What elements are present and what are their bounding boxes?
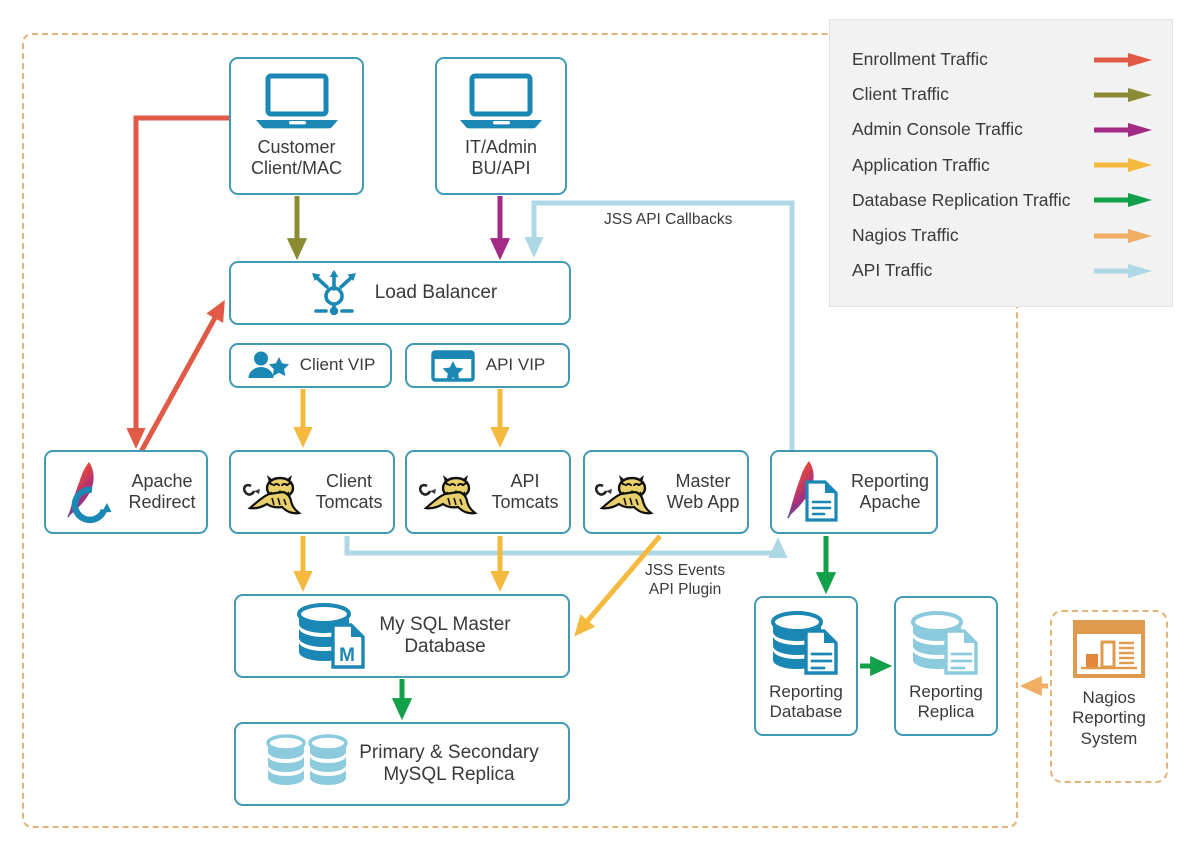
node-label: Reporting Replica [909, 681, 983, 721]
window-star-icon [431, 349, 475, 382]
arrow-right-icon [1094, 158, 1152, 173]
arrow-right-icon [1094, 228, 1152, 243]
node-reporting-apache[interactable]: Reporting Apache [770, 450, 938, 534]
arrow-right-icon [1094, 263, 1152, 278]
laptop-icon [460, 73, 542, 129]
legend-item-database-replication-traffic: Database Replication Traffic [852, 183, 1154, 218]
node-load-balancer[interactable]: Load Balancer [229, 261, 571, 325]
node-reporting-replica[interactable]: Reporting Replica [894, 596, 998, 736]
edge-label-jss-events-api-plugin: JSS Events API Plugin [645, 562, 726, 598]
architecture-diagram: JSS API Callbacks JSS Events API Plugin … [0, 0, 1200, 858]
node-label: Client VIP [299, 355, 376, 375]
legend-label: Admin Console Traffic [852, 119, 1023, 140]
legend-item-client-traffic: Client Traffic [852, 77, 1154, 112]
node-sql-master-database[interactable]: M My SQL Master Database [234, 594, 570, 678]
legend-item-application-traffic: Application Traffic [852, 148, 1154, 183]
legend-item-admin-console-traffic: Admin Console Traffic [852, 112, 1154, 147]
node-label: My SQL Master Database [379, 613, 511, 657]
node-label: IT/Admin BU/API [464, 136, 538, 178]
node-api-vip[interactable]: API VIP [405, 343, 570, 388]
node-label: Nagios Reporting System [1072, 688, 1146, 748]
arrow-right-icon [1094, 87, 1152, 102]
legend-panel: Enrollment Traffic Client Traffic Admin … [829, 19, 1173, 307]
user-star-icon [248, 351, 289, 378]
legend-label: Nagios Traffic [852, 225, 959, 246]
tomcat-cat-icon [419, 475, 479, 515]
node-label: Primary & Secondary MySQL Replica [359, 741, 539, 785]
node-master-web-app[interactable]: Master Web App [583, 450, 749, 534]
legend-item-api-traffic: API Traffic [852, 253, 1154, 288]
node-label: Reporting Apache [850, 470, 930, 512]
node-label: Apache Redirect [128, 470, 196, 512]
tomcat-cat-icon [243, 475, 303, 515]
database-document-light-icon [911, 610, 978, 675]
legend-label: Database Replication Traffic [852, 189, 1071, 210]
legend-item-nagios-traffic: Nagios Traffic [852, 218, 1154, 253]
node-api-tomcats[interactable]: API Tomcats [405, 450, 571, 534]
apache-feather-document-icon [787, 461, 838, 522]
node-reporting-database[interactable]: Reporting Database [754, 596, 858, 736]
legend-label: API Traffic [852, 260, 933, 281]
node-mysql-replica[interactable]: Primary & Secondary MySQL Replica [234, 722, 570, 806]
database-document-icon [771, 610, 838, 675]
node-label: Client Tomcats [315, 470, 383, 512]
edge-label-jss-api-callbacks: JSS API Callbacks [604, 211, 733, 228]
node-nagios-reporting-system[interactable]: Nagios Reporting System [1058, 618, 1160, 776]
node-label: Reporting Database [769, 681, 843, 721]
node-label: API Tomcats [491, 470, 559, 512]
node-apache-redirect[interactable]: Apache Redirect [44, 450, 208, 534]
node-label: Master Web App [666, 470, 740, 512]
arrow-right-icon [1094, 122, 1152, 137]
tomcat-cat-icon [594, 475, 654, 515]
legend-label: Client Traffic [852, 84, 949, 105]
apache-feather-redirect-icon [67, 462, 112, 524]
load-balancer-icon [311, 270, 356, 316]
arrow-right-icon [1094, 52, 1152, 67]
laptop-icon [255, 73, 338, 129]
arrow-right-icon [1094, 193, 1152, 208]
node-it-admin[interactable]: IT/Admin BU/API [435, 57, 567, 195]
double-database-icon [266, 734, 349, 785]
node-customer-client[interactable]: Customer Client/MAC [229, 57, 364, 195]
node-client-tomcats[interactable]: Client Tomcats [229, 450, 395, 534]
node-label: Customer Client/MAC [250, 136, 343, 178]
node-label: API VIP [485, 355, 546, 375]
node-label: Load Balancer [374, 281, 498, 303]
database-master-icon: M [297, 603, 366, 669]
node-client-vip[interactable]: Client VIP [229, 343, 392, 388]
legend-label: Enrollment Traffic [852, 49, 988, 70]
legend-item-enrollment-traffic: Enrollment Traffic [852, 42, 1154, 77]
legend-label: Application Traffic [852, 154, 990, 175]
svg-text:M: M [339, 645, 355, 666]
nagios-chart-window-icon [1073, 620, 1145, 678]
